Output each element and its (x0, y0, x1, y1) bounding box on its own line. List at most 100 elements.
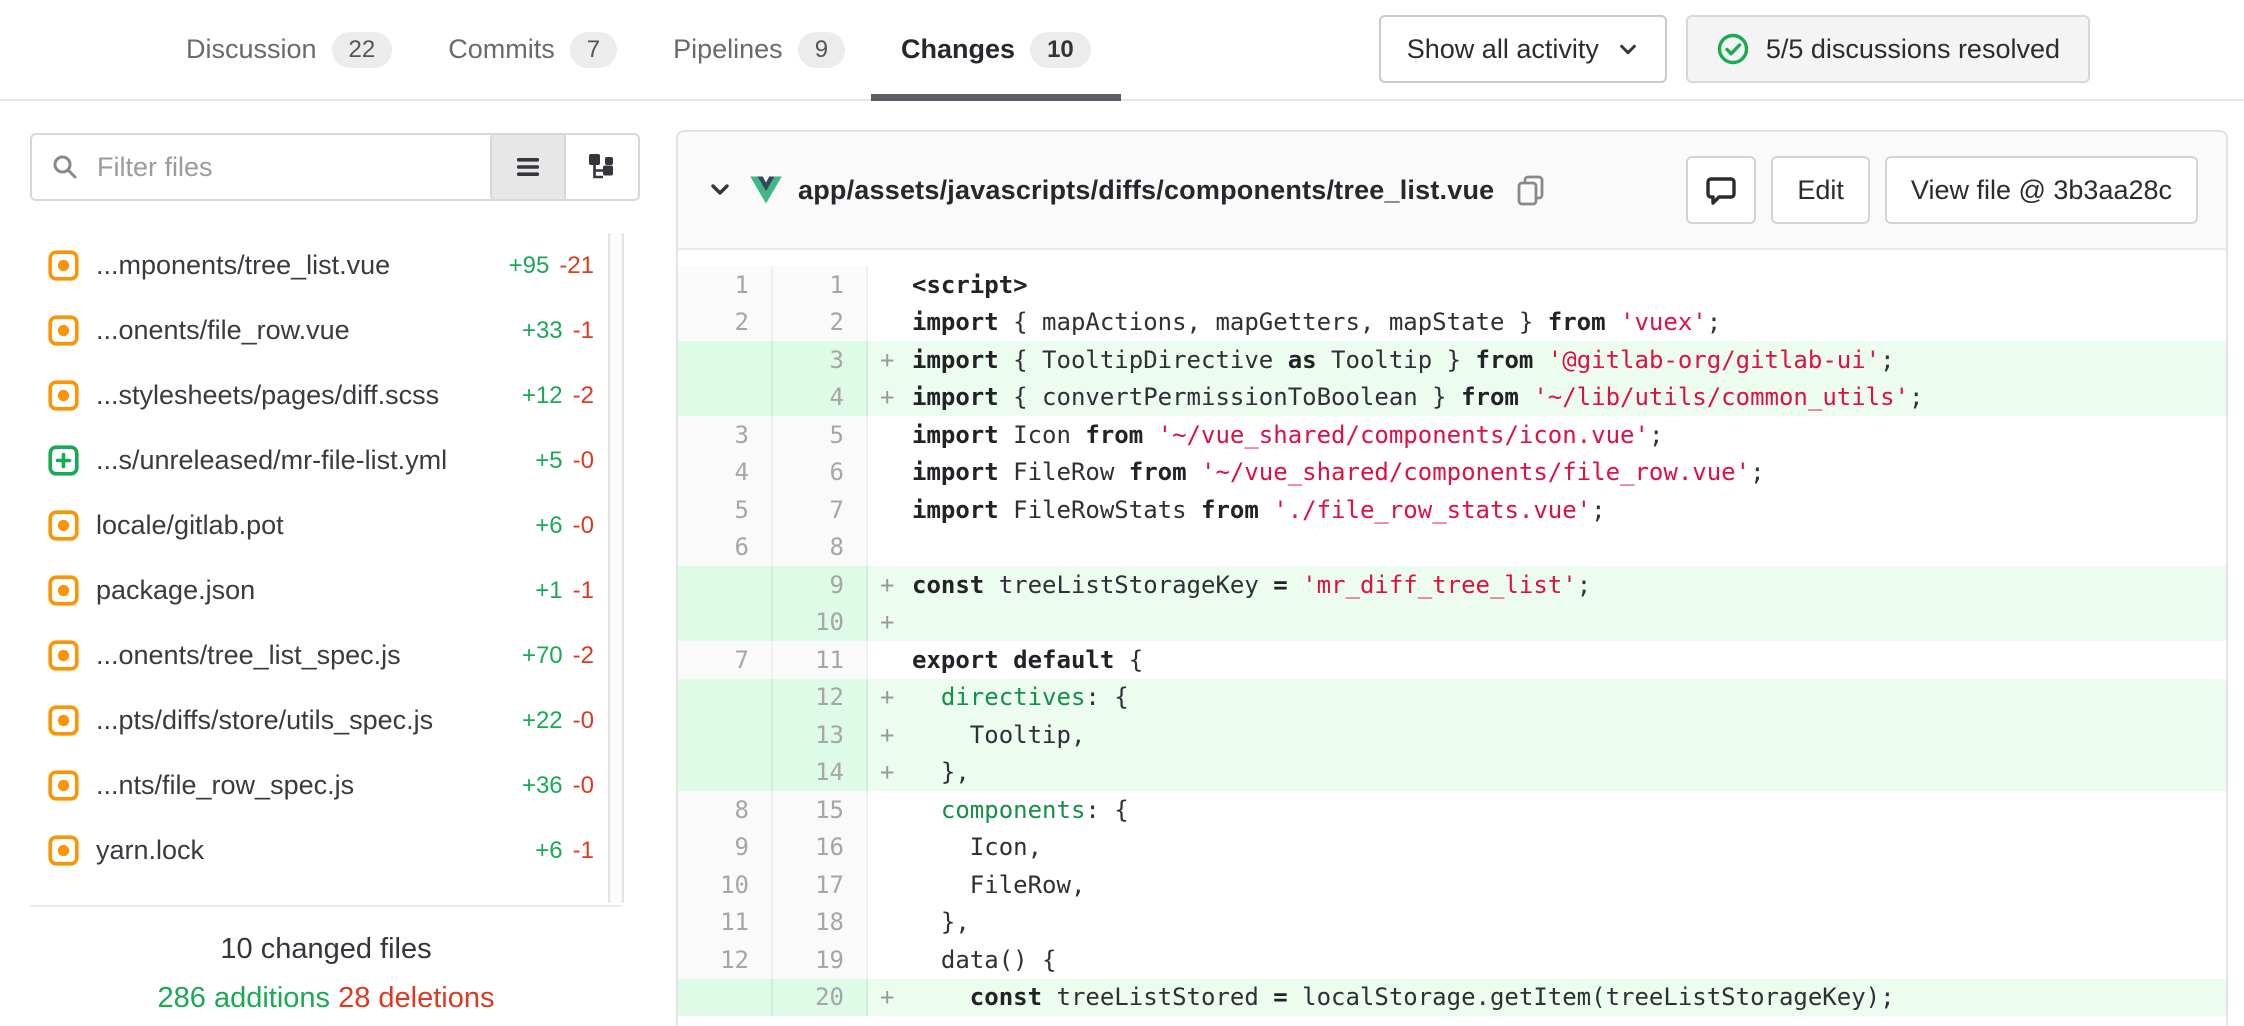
code-token: }, (912, 908, 970, 936)
old-line-number[interactable] (678, 566, 773, 604)
file-row[interactable]: ...onents/tree_list_spec.js+70-2 (30, 623, 640, 688)
tab-discussion[interactable]: Discussion22 (186, 0, 392, 99)
file-deletions: -0 (573, 512, 594, 540)
old-line-number[interactable]: 4 (678, 454, 773, 492)
new-line-number[interactable]: 1 (773, 266, 868, 304)
file-deletions: -0 (573, 447, 594, 475)
copy-path-icon[interactable] (1514, 173, 1548, 207)
old-line-number[interactable] (678, 979, 773, 1017)
code-token: = (1273, 983, 1287, 1011)
file-deletions: -21 (559, 252, 594, 280)
old-line-number[interactable]: 2 (678, 304, 773, 342)
new-line-number[interactable]: 17 (773, 866, 868, 904)
vue-file-icon (748, 174, 784, 206)
file-row[interactable]: ...stylesheets/pages/diff.scss+12-2 (30, 363, 640, 428)
old-line-number[interactable]: 8 (678, 791, 773, 829)
tree-view-button[interactable] (564, 135, 638, 199)
file-additions: +36 (522, 772, 563, 800)
new-line-number[interactable]: 2 (773, 304, 868, 342)
diff-line: 3+import { TooltipDirective as Tooltip }… (678, 341, 2226, 379)
new-line-number[interactable]: 5 (773, 416, 868, 454)
tab-pipelines[interactable]: Pipelines9 (673, 0, 845, 99)
old-line-number[interactable]: 9 (678, 829, 773, 867)
old-line-number[interactable] (678, 754, 773, 792)
file-row[interactable]: package.json+1-1 (30, 558, 640, 623)
file-row[interactable]: ...onents/file_row.vue+33-1 (30, 298, 640, 363)
new-line-number[interactable]: 4 (773, 379, 868, 417)
new-line-number[interactable]: 9 (773, 566, 868, 604)
file-row[interactable]: ...pts/diffs/store/utils_spec.js+22-0 (30, 688, 640, 753)
collapse-file-button[interactable] (698, 168, 742, 212)
toggle-comments-button[interactable] (1686, 156, 1756, 224)
old-line-number[interactable]: 12 (678, 941, 773, 979)
line-code: Icon, (912, 829, 2226, 867)
file-row[interactable]: ...s/unreleased/mr-file-list.yml+5-0 (30, 428, 640, 493)
old-line-number[interactable]: 10 (678, 866, 773, 904)
code-token: : { (1085, 796, 1128, 824)
line-sign: + (868, 754, 912, 792)
code-token (1606, 308, 1620, 336)
old-line-number[interactable]: 1 (678, 266, 773, 304)
list-view-button[interactable] (492, 135, 564, 199)
new-line-number[interactable]: 14 (773, 754, 868, 792)
old-line-number[interactable]: 6 (678, 529, 773, 567)
tab-changes[interactable]: Changes10 (901, 0, 1091, 99)
line-code: Tooltip, (912, 716, 2226, 754)
code-token: ; (1577, 571, 1591, 599)
file-row[interactable]: locale/gitlab.pot+6-0 (30, 493, 640, 558)
old-line-number[interactable]: 5 (678, 491, 773, 529)
code-token: { mapActions, mapGetters, mapState } (999, 308, 1548, 336)
diff-line: 1219 data() { (678, 941, 2226, 979)
mr-tabs: Discussion22 Commits7 Pipelines9 Changes10 (186, 0, 1091, 99)
old-line-number[interactable]: 11 (678, 904, 773, 942)
file-additions: +70 (522, 642, 563, 670)
edit-file-button[interactable]: Edit (1771, 156, 1870, 224)
code-token: data() { (912, 946, 1057, 974)
file-row[interactable]: yarn.lock+6-1 (30, 818, 640, 883)
code-token: directives (941, 683, 1086, 711)
new-line-number[interactable]: 7 (773, 491, 868, 529)
old-line-number[interactable]: 7 (678, 641, 773, 679)
old-line-number[interactable] (678, 341, 773, 379)
line-code: import { TooltipDirective as Tooltip } f… (912, 341, 2226, 379)
new-line-number[interactable]: 6 (773, 454, 868, 492)
line-code: import Icon from '~/vue_shared/component… (912, 416, 2226, 454)
new-line-number[interactable]: 20 (773, 979, 868, 1017)
file-row[interactable]: ...mponents/tree_list.vue+95-21 (30, 233, 640, 298)
diff-line: 11 <script> (678, 266, 2226, 304)
new-line-number[interactable]: 3 (773, 341, 868, 379)
new-line-number[interactable]: 18 (773, 904, 868, 942)
old-line-number[interactable] (678, 679, 773, 717)
new-line-number[interactable]: 11 (773, 641, 868, 679)
file-list-scrollbar[interactable] (608, 233, 624, 903)
new-line-number[interactable]: 12 (773, 679, 868, 717)
old-line-number[interactable]: 3 (678, 416, 773, 454)
code-token: FileRow (999, 458, 1129, 486)
diff-file-header: app/assets/javascripts/diffs/components/… (678, 132, 2226, 250)
filter-files-input[interactable] (95, 151, 492, 184)
new-line-number[interactable]: 15 (773, 791, 868, 829)
code-token (1288, 571, 1302, 599)
new-line-number[interactable]: 10 (773, 604, 868, 642)
diff-line: 13+ Tooltip, (678, 716, 2226, 754)
new-line-number[interactable]: 8 (773, 529, 868, 567)
show-all-activity-dropdown[interactable]: Show all activity (1379, 15, 1667, 83)
old-line-number[interactable] (678, 716, 773, 754)
code-token: from (1129, 458, 1187, 486)
new-line-number[interactable]: 19 (773, 941, 868, 979)
code-token: ; (1750, 458, 1764, 486)
line-code: FileRow, (912, 866, 2226, 904)
code-token: ; (1909, 383, 1923, 411)
new-line-number[interactable]: 13 (773, 716, 868, 754)
code-token: ; (1649, 421, 1663, 449)
old-line-number[interactable] (678, 379, 773, 417)
view-file-button[interactable]: View file @ 3b3aa28c (1885, 156, 2198, 224)
file-row[interactable]: ...nts/file_row_spec.js+36-0 (30, 753, 640, 818)
tab-commits[interactable]: Commits7 (448, 0, 617, 99)
old-line-number[interactable] (678, 604, 773, 642)
file-additions: +1 (535, 577, 562, 605)
line-code: <script> (912, 266, 2226, 304)
file-deletions: -1 (573, 577, 594, 605)
new-line-number[interactable]: 16 (773, 829, 868, 867)
discussions-resolved-button[interactable]: 5/5 discussions resolved (1686, 15, 2090, 83)
